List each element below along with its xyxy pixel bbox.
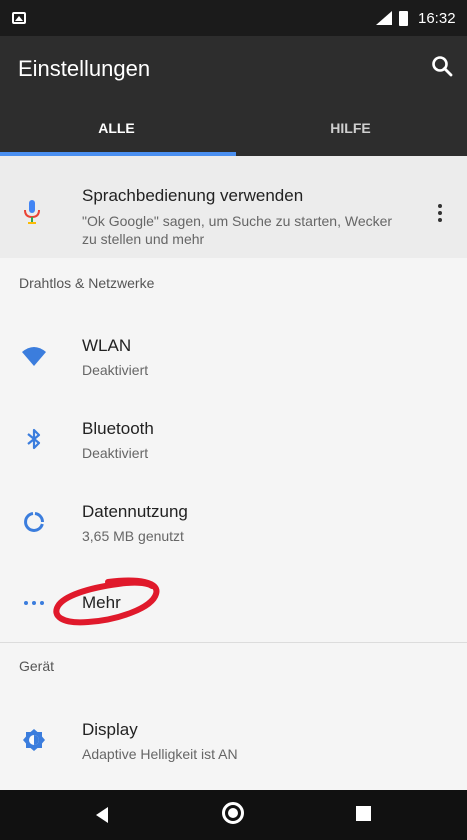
item-summary: Deaktiviert (82, 362, 149, 378)
mic-icon (24, 200, 40, 224)
settings-item-wlan[interactable]: WLAN Deaktiviert (0, 314, 467, 396)
item-label: Bluetooth (82, 419, 154, 438)
item-summary: Deaktiviert (82, 445, 149, 461)
navigation-bar (0, 790, 467, 840)
category-header: Drahtlos & Netzwerke (19, 275, 155, 291)
tab-bar: ALLE HILFE (0, 112, 467, 156)
device-section: Gerät Display Adaptive Helligkeit ist AN (0, 643, 467, 790)
page-title: Einstellungen (18, 56, 151, 81)
item-label: WLAN (82, 336, 132, 355)
annotation-circle (53, 577, 160, 626)
item-label: Datennutzung (82, 502, 188, 521)
suggestion-summary: "Ok Google" sagen, um Suche zu starten, … (82, 213, 393, 247)
more-vert-icon[interactable] (437, 204, 443, 226)
settings-item-display[interactable]: Display Adaptive Helligkeit ist AN (0, 698, 467, 780)
item-label: Display (82, 720, 138, 739)
category-header: Gerät (19, 658, 55, 674)
item-summary: Adaptive Helligkeit ist AN (82, 746, 238, 762)
tab-hilfe[interactable]: HILFE (234, 112, 467, 156)
more-horiz-icon (24, 601, 44, 605)
data-usage-icon (24, 512, 45, 532)
app-bar: Einstellungen ALLE HILFE (0, 36, 467, 156)
bluetooth-icon (27, 428, 41, 450)
back-icon[interactable] (92, 805, 112, 825)
search-icon[interactable] (431, 55, 453, 77)
tab-alle[interactable]: ALLE (0, 112, 233, 156)
battery-icon (399, 11, 408, 26)
brightness-icon (23, 729, 45, 751)
suggestion-title: Sprachbedienung verwenden (82, 186, 304, 205)
item-summary: 3,65 MB genutzt (82, 528, 184, 544)
image-notification-icon (12, 12, 26, 24)
status-bar: 16:32 (0, 0, 467, 36)
wifi-icon (22, 347, 46, 366)
home-icon[interactable] (222, 802, 244, 824)
suggestion-card[interactable]: Sprachbedienung verwenden "Ok Google" sa… (0, 156, 467, 258)
recents-icon[interactable] (356, 806, 371, 821)
clock: 16:32 (418, 10, 456, 27)
signal-icon (376, 11, 392, 25)
settings-item-data-usage[interactable]: Datennutzung 3,65 MB genutzt (0, 480, 467, 562)
settings-item-bluetooth[interactable]: Bluetooth Deaktiviert (0, 397, 467, 479)
